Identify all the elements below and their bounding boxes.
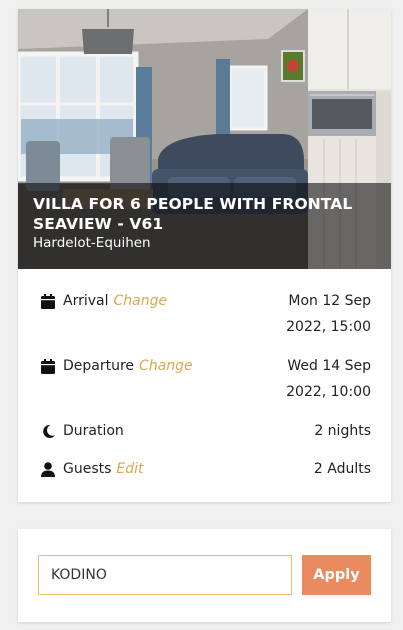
calendar-icon bbox=[40, 293, 56, 309]
departure-date: Wed 14 Sep bbox=[287, 358, 371, 374]
arrival-date: Mon 12 Sep bbox=[288, 293, 371, 309]
property-location: Hardelot-Equihen bbox=[33, 235, 151, 251]
property-title: VILLA FOR 6 PEOPLE WITH FRONTAL SEAVIEW … bbox=[33, 195, 353, 233]
departure-label: Departure bbox=[63, 358, 135, 374]
duration-row: Duration 2 nights bbox=[18, 420, 391, 460]
arrival-year-time: 2022, 15:00 bbox=[286, 319, 371, 335]
property-photo: VILLA FOR 6 PEOPLE WITH FRONTAL SEAVIEW … bbox=[18, 9, 391, 269]
edit-guests-link[interactable]: Edit bbox=[116, 461, 143, 477]
booking-summary-card: VILLA FOR 6 PEOPLE WITH FRONTAL SEAVIEW … bbox=[18, 9, 391, 502]
change-departure-link[interactable]: Change bbox=[139, 358, 193, 374]
guests-label: Guests bbox=[63, 461, 112, 477]
duration-label: Duration bbox=[63, 423, 124, 439]
arrival-row: Arrival Change Mon 12 Sep 2022, 15:00 bbox=[18, 290, 391, 335]
guests-row: Guests Edit 2 Adults bbox=[18, 458, 391, 498]
user-icon bbox=[40, 461, 56, 477]
departure-year-time: 2022, 10:00 bbox=[286, 384, 371, 400]
duration-value: 2 nights bbox=[314, 423, 371, 439]
coupon-code-input[interactable] bbox=[38, 555, 292, 595]
change-arrival-link[interactable]: Change bbox=[114, 293, 168, 309]
moon-icon bbox=[40, 423, 56, 439]
coupon-card: Apply bbox=[18, 529, 391, 622]
arrival-label: Arrival bbox=[63, 293, 109, 309]
departure-row: Departure Change Wed 14 Sep 2022, 10:00 bbox=[18, 355, 391, 400]
calendar-icon bbox=[40, 358, 56, 374]
apply-coupon-button[interactable]: Apply bbox=[302, 555, 371, 595]
guests-value: 2 Adults bbox=[313, 461, 371, 477]
